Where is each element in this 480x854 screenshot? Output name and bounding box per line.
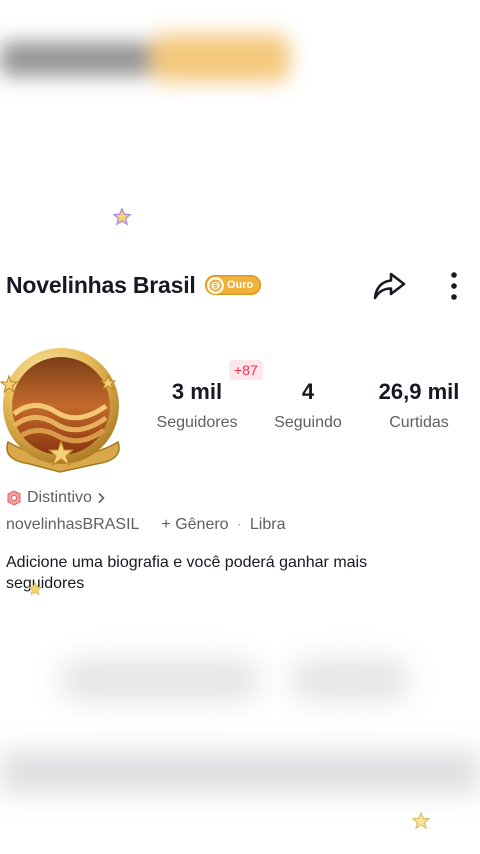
ouro-level-badge[interactable]: Ouro [205,275,261,295]
more-vertical-icon [451,272,457,300]
sparkle-star-icon [112,207,132,226]
distintivo-link[interactable]: Distintivo [6,489,105,507]
sparkle-star-icon [411,811,431,830]
sparkle-star-icon [27,581,43,596]
meta-separator: · [236,516,242,533]
blurred-buttons [290,660,410,700]
gold-medal-icon [207,276,224,294]
profile-meta-row: novelinhasBRASIL + Gênero · Libra [6,516,285,534]
likes-label: Curtidas [389,414,449,431]
bio-text[interactable]: Adicione uma biografia e você poderá gan… [6,552,446,594]
chevron-right-icon [98,492,105,504]
badge-shield-icon [7,490,21,506]
share-arrow-icon [373,272,406,300]
more-options-button[interactable] [440,267,468,305]
new-followers-badge: +87 [229,360,263,380]
ouro-badge-label: Ouro [227,279,254,291]
add-gender-button[interactable]: + Gênero [161,516,228,534]
profile-header: Novelinhas Brasil Ouro [0,264,480,308]
distintivo-label: Distintivo [27,489,92,506]
blurred-buttons [60,660,260,700]
likes-stat[interactable]: 26,9 mil Curtidas [354,378,480,432]
blurred-tab-bar [0,752,480,792]
zodiac-sign: Libra [249,516,286,533]
username: novelinhasBRASIL [6,516,140,533]
share-button[interactable] [370,267,408,305]
profile-name: Novelinhas Brasil [6,272,196,298]
blurred-banner [0,28,300,88]
profile-avatar[interactable] [0,344,126,474]
likes-count: 26,9 mil [378,379,460,404]
